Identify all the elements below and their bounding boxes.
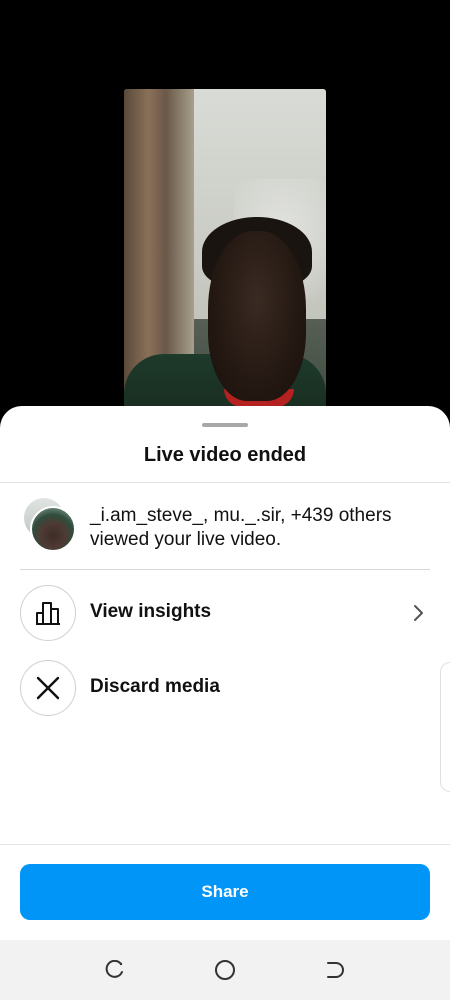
chevron-right-icon — [414, 605, 423, 621]
live-video-preview — [124, 89, 326, 419]
back-icon[interactable] — [323, 958, 347, 982]
divider — [0, 482, 450, 483]
discard-media-button[interactable]: Discard media — [20, 660, 430, 716]
sheet-title: Live video ended — [143, 444, 307, 466]
viewers-summary[interactable]: _i.am_steve_, mu._.sir, +439 others view… — [20, 496, 430, 556]
viewer-avatars — [20, 496, 76, 552]
bar-chart-icon — [20, 585, 76, 641]
share-button[interactable]: Share — [20, 864, 430, 920]
avatar — [30, 506, 76, 552]
viewers-text: _i.am_steve_, mu._.sir, +439 others view… — [90, 505, 392, 550]
drag-handle[interactable] — [202, 423, 248, 427]
system-nav-bar — [0, 940, 450, 1000]
discard-media-label: Discard media — [90, 676, 220, 697]
divider — [20, 569, 430, 570]
home-icon[interactable] — [213, 958, 237, 982]
divider — [0, 844, 450, 845]
live-ended-sheet: Live video ended _i.am_steve_, mu._.sir,… — [0, 406, 450, 940]
view-insights-label: View insights — [90, 601, 212, 622]
recent-apps-icon[interactable] — [103, 958, 127, 982]
view-insights-button[interactable]: View insights — [20, 585, 430, 641]
side-panel-edge[interactable] — [440, 662, 450, 792]
close-icon — [20, 660, 76, 716]
